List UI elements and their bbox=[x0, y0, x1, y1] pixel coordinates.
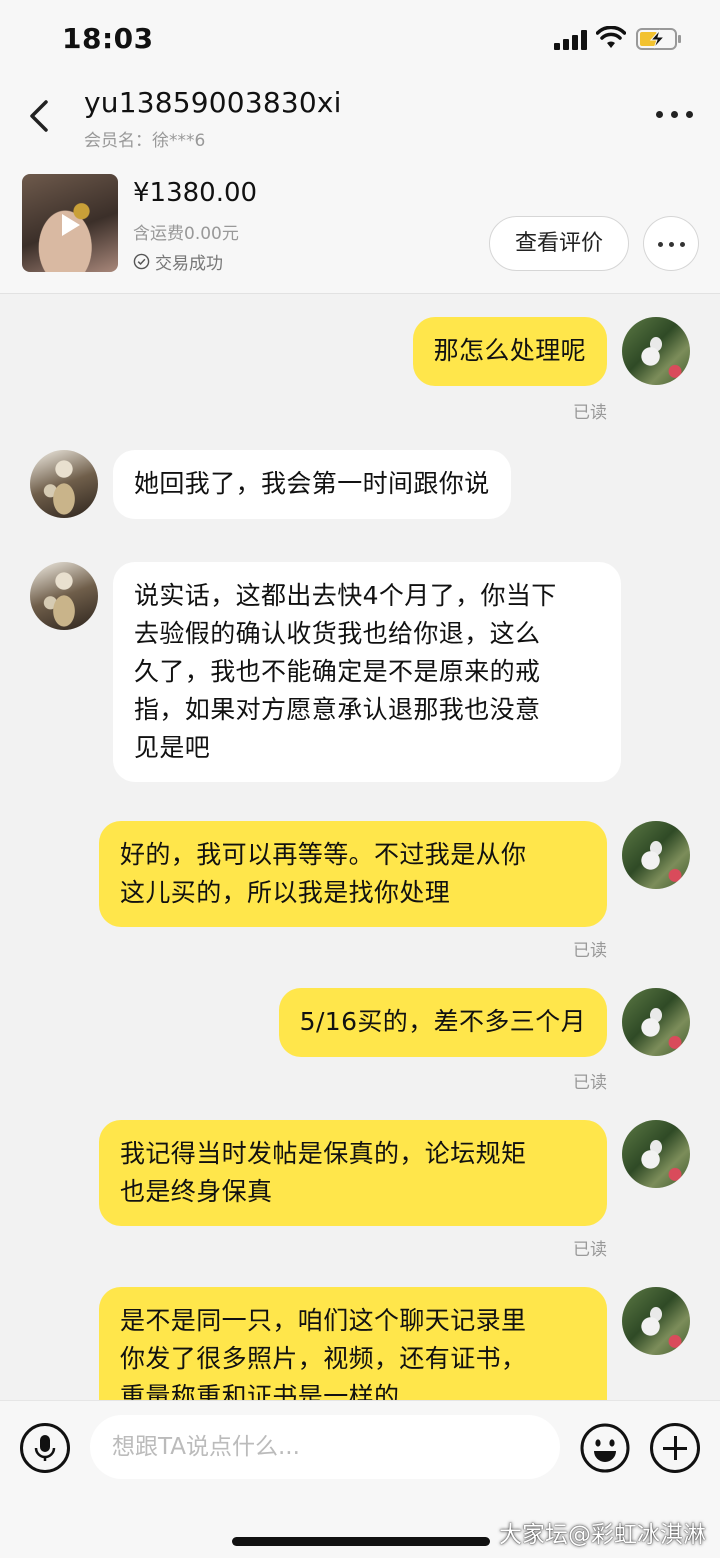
my-avatar[interactable] bbox=[622, 317, 690, 385]
product-price: ¥1380.00 bbox=[133, 178, 258, 208]
status-time: 18:03 bbox=[62, 22, 154, 55]
message-line: 我记得当时发帖是保真的，论坛规矩 bbox=[120, 1139, 527, 1168]
message-bubble-other[interactable]: 说实话，这都出去快4个月了，你当下 去验假的确认收货我也给你退，这么 久了，我也… bbox=[113, 562, 621, 782]
product-video-thumbnail[interactable] bbox=[22, 174, 118, 272]
message-line: 去验假的确认收货我也给你退，这么 bbox=[134, 619, 541, 648]
chat-screen: 18:03 yu13859003830xi 会员名：徐***6 ¥1380.00… bbox=[0, 0, 720, 1558]
deal-status: 交易成功 bbox=[133, 249, 223, 274]
microphone-icon bbox=[34, 1435, 56, 1461]
battery-charging-icon bbox=[636, 28, 681, 50]
plus-icon-bar bbox=[663, 1447, 687, 1450]
message-bubble-self[interactable]: 那怎么处理呢 bbox=[412, 317, 607, 386]
message-bubble-self[interactable]: 是不是同一只，咱们这个聊天记录里 你发了很多照片，视频，还有证书， 重量称重和证… bbox=[99, 1287, 607, 1400]
partner-avatar[interactable] bbox=[30, 450, 98, 518]
my-avatar[interactable] bbox=[622, 1287, 690, 1355]
message-bubble-other[interactable]: 她回我了，我会第一时间跟你说 bbox=[113, 450, 511, 519]
message-line: 说实话，这都出去快4个月了，你当下 bbox=[134, 581, 557, 610]
message-line: 好的，我可以再等等。不过我是从你 bbox=[120, 840, 527, 869]
back-chevron-icon[interactable] bbox=[24, 96, 58, 136]
voice-input-button[interactable] bbox=[20, 1423, 70, 1473]
watermark: 大家坛@彩虹冰淇淋 bbox=[499, 1522, 706, 1548]
cellular-signal-icon bbox=[554, 30, 588, 50]
my-avatar[interactable] bbox=[622, 1120, 690, 1188]
message-input-bar: 想跟TA说点什么... 大家坛@彩虹冰淇淋 bbox=[0, 1400, 720, 1558]
view-review-button[interactable]: 查看评价 bbox=[489, 216, 629, 271]
wifi-icon bbox=[596, 26, 626, 48]
message-bubble-self[interactable]: 5/16买的，差不多三个月 bbox=[278, 988, 607, 1057]
more-options-icon[interactable] bbox=[654, 102, 694, 126]
read-receipt: 已读 bbox=[573, 1073, 607, 1093]
message-line: 指，如果对方愿意承认退那我也没意 bbox=[134, 695, 541, 724]
message-bubble-self[interactable]: 我记得当时发帖是保真的，论坛规矩 也是终身保真 bbox=[99, 1120, 607, 1226]
home-indicator[interactable] bbox=[232, 1537, 490, 1546]
my-avatar[interactable] bbox=[622, 988, 690, 1056]
chat-partner-name: yu13859003830xi bbox=[84, 86, 342, 119]
add-attachment-button[interactable] bbox=[650, 1423, 700, 1473]
message-bubble-self[interactable]: 好的，我可以再等等。不过我是从你 这儿买的，所以我是找你处理 bbox=[99, 821, 607, 927]
read-receipt: 已读 bbox=[573, 941, 607, 961]
chat-header: yu13859003830xi 会员名：徐***6 bbox=[0, 78, 720, 160]
emoji-icon[interactable] bbox=[580, 1423, 630, 1473]
check-circle-icon bbox=[133, 253, 150, 270]
shipping-fee: 含运费0.00元 bbox=[133, 224, 239, 244]
member-name: 会员名：徐***6 bbox=[84, 131, 206, 151]
my-avatar[interactable] bbox=[622, 821, 690, 889]
message-line: 也是终身保真 bbox=[120, 1177, 273, 1206]
product-card[interactable]: ¥1380.00 含运费0.00元 交易成功 查看评价 bbox=[0, 160, 720, 294]
partner-avatar[interactable] bbox=[30, 562, 98, 630]
status-bar: 18:03 bbox=[0, 0, 720, 78]
message-line: 见是吧 bbox=[134, 733, 211, 762]
message-line: 你发了很多照片，视频，还有证书， bbox=[120, 1344, 527, 1373]
message-input[interactable]: 想跟TA说点什么... bbox=[90, 1415, 560, 1479]
message-line: 久了，我也不能确定是不是原来的戒 bbox=[134, 657, 541, 686]
message-line: 重量称重和证书是一样的 bbox=[120, 1382, 400, 1400]
message-line: 是不是同一只，咱们这个聊天记录里 bbox=[120, 1306, 527, 1335]
message-line: 这儿买的，所以我是找你处理 bbox=[120, 878, 451, 907]
product-more-icon[interactable] bbox=[643, 216, 699, 271]
play-icon bbox=[62, 214, 80, 236]
read-receipt: 已读 bbox=[573, 403, 607, 423]
read-receipt: 已读 bbox=[573, 1240, 607, 1260]
message-list[interactable]: 那怎么处理呢 已读 她回我了，我会第一时间跟你说 说实话，这都出去快4个月了，你… bbox=[0, 295, 720, 1400]
deal-status-label: 交易成功 bbox=[155, 254, 223, 274]
